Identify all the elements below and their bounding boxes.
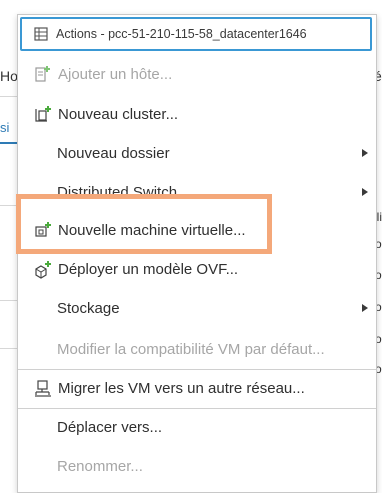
menu-item-new-cluster[interactable]: Nouveau cluster... bbox=[18, 95, 376, 134]
background-tab-underline bbox=[0, 142, 17, 144]
actions-context-menu: Actions - pcc-51-210-115-58_datacenter16… bbox=[17, 14, 377, 493]
submenu-arrow-icon bbox=[362, 188, 368, 196]
menu-item-label: Stockage bbox=[57, 300, 120, 317]
background-divider bbox=[0, 348, 17, 349]
menu-item-new-folder[interactable]: Nouveau dossier bbox=[18, 134, 376, 173]
menu-item-label: Déplacer vers... bbox=[57, 419, 163, 436]
datacenter-icon bbox=[34, 27, 48, 41]
menu-item-move-to[interactable]: Déplacer vers... bbox=[18, 408, 376, 447]
deploy-ovf-icon bbox=[35, 261, 51, 279]
menu-item-migrate-vms-network[interactable]: Migrer les VM vers un autre réseau... bbox=[18, 369, 376, 408]
background-tab-fragment: si bbox=[0, 120, 10, 135]
migrate-network-icon bbox=[35, 380, 51, 397]
menu-item-storage[interactable]: Stockage bbox=[18, 289, 376, 328]
add-host-icon bbox=[35, 66, 50, 82]
background-divider bbox=[0, 96, 17, 97]
menu-header[interactable]: Actions - pcc-51-210-115-58_datacenter16… bbox=[20, 17, 372, 51]
background-text-fragment: Ho bbox=[0, 68, 18, 84]
menu-item-label: Renommer... bbox=[57, 458, 143, 475]
background-divider bbox=[0, 205, 17, 206]
background-divider bbox=[0, 300, 17, 301]
new-cluster-icon bbox=[35, 106, 51, 122]
menu-item-edit-default-vm-compatibility[interactable]: Modifier la compatibilité VM par défaut.… bbox=[18, 330, 376, 369]
menu-item-label: Distributed Switch bbox=[57, 184, 178, 201]
menu-header-label: Actions - pcc-51-210-115-58_datacenter16… bbox=[56, 27, 307, 41]
menu-item-distributed-switch[interactable]: Distributed Switch bbox=[18, 173, 376, 212]
menu-item-label: Migrer les VM vers un autre réseau... bbox=[58, 380, 305, 397]
menu-item-label: Nouveau dossier bbox=[57, 145, 170, 162]
menu-item-new-virtual-machine[interactable]: Nouvelle machine virtuelle... bbox=[18, 211, 376, 250]
submenu-arrow-icon bbox=[362, 149, 368, 157]
menu-item-label: Ajouter un hôte... bbox=[58, 66, 173, 83]
menu-item-label: Modifier la compatibilité VM par défaut.… bbox=[57, 341, 325, 358]
menu-item-rename[interactable]: Renommer... bbox=[18, 447, 376, 486]
menu-item-deploy-ovf[interactable]: Déployer un modèle OVF... bbox=[18, 250, 376, 289]
new-vm-icon bbox=[35, 222, 51, 237]
submenu-arrow-icon bbox=[362, 304, 368, 312]
menu-item-label: Nouvelle machine virtuelle... bbox=[58, 222, 246, 239]
menu-item-add-host[interactable]: Ajouter un hôte... bbox=[18, 55, 376, 94]
menu-item-label: Nouveau cluster... bbox=[58, 106, 179, 123]
menu-item-label: Déployer un modèle OVF... bbox=[58, 261, 239, 278]
